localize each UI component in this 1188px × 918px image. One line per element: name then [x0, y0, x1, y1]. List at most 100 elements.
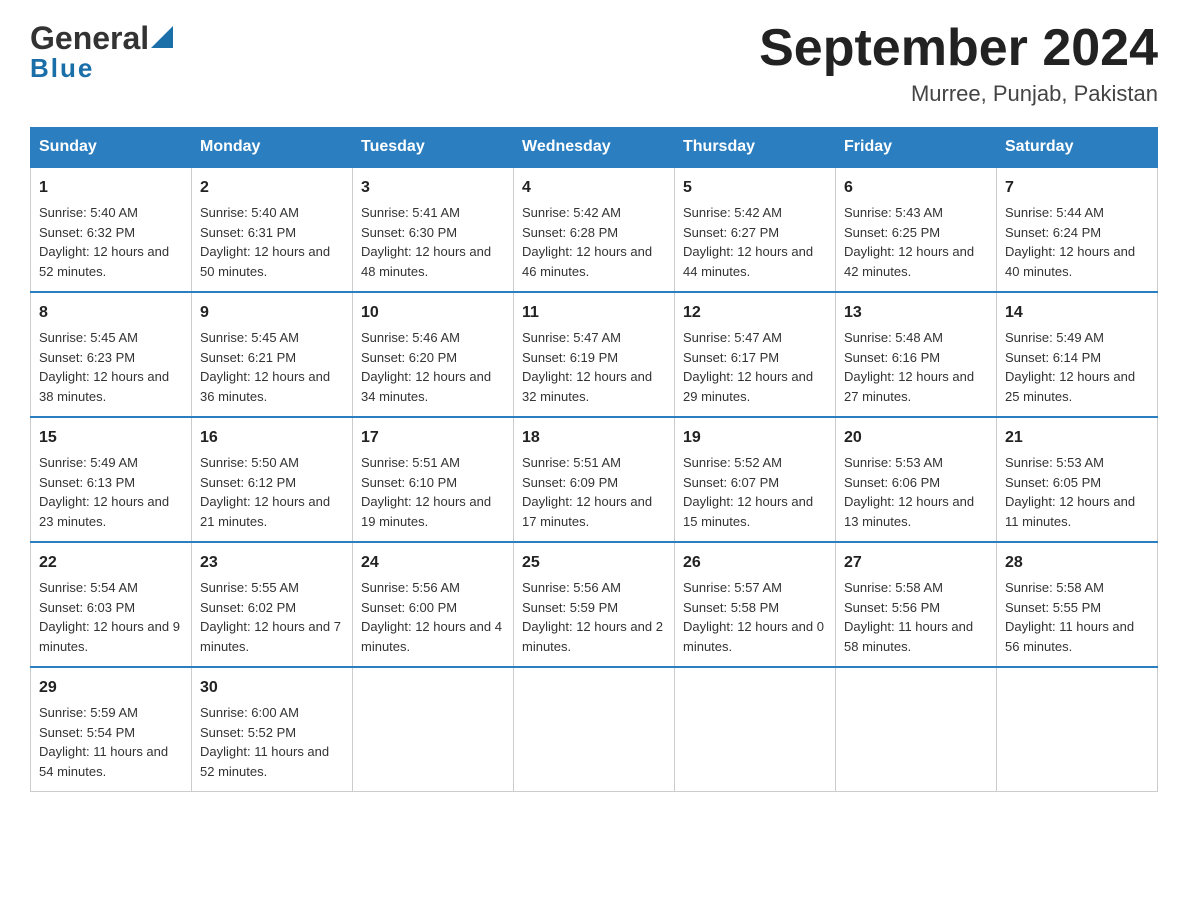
- day-info: Sunrise: 5:58 AMSunset: 5:55 PMDaylight:…: [1005, 578, 1149, 656]
- day-info: Sunrise: 5:40 AMSunset: 6:31 PMDaylight:…: [200, 203, 344, 281]
- day-number: 22: [39, 551, 183, 575]
- day-info: Sunrise: 5:50 AMSunset: 6:12 PMDaylight:…: [200, 453, 344, 531]
- day-info: Sunrise: 5:47 AMSunset: 6:17 PMDaylight:…: [683, 328, 827, 406]
- weekday-header-friday: Friday: [836, 128, 997, 168]
- day-info: Sunrise: 5:49 AMSunset: 6:14 PMDaylight:…: [1005, 328, 1149, 406]
- day-info: Sunrise: 5:57 AMSunset: 5:58 PMDaylight:…: [683, 578, 827, 656]
- day-info: Sunrise: 5:45 AMSunset: 6:23 PMDaylight:…: [39, 328, 183, 406]
- day-info: Sunrise: 5:47 AMSunset: 6:19 PMDaylight:…: [522, 328, 666, 406]
- weekday-header-sunday: Sunday: [31, 128, 192, 168]
- day-info: Sunrise: 5:40 AMSunset: 6:32 PMDaylight:…: [39, 203, 183, 281]
- day-number: 13: [844, 301, 988, 325]
- day-cell-14: 14 Sunrise: 5:49 AMSunset: 6:14 PMDaylig…: [997, 292, 1158, 417]
- day-number: 7: [1005, 176, 1149, 200]
- month-year-title: September 2024: [759, 20, 1158, 77]
- week-row-2: 8 Sunrise: 5:45 AMSunset: 6:23 PMDayligh…: [31, 292, 1158, 417]
- day-number: 6: [844, 176, 988, 200]
- logo-blue: Blue: [30, 53, 173, 84]
- day-info: Sunrise: 6:00 AMSunset: 5:52 PMDaylight:…: [200, 703, 344, 781]
- day-cell-6: 6 Sunrise: 5:43 AMSunset: 6:25 PMDayligh…: [836, 167, 997, 292]
- day-number: 9: [200, 301, 344, 325]
- day-cell-12: 12 Sunrise: 5:47 AMSunset: 6:17 PMDaylig…: [675, 292, 836, 417]
- day-info: Sunrise: 5:42 AMSunset: 6:27 PMDaylight:…: [683, 203, 827, 281]
- weekday-header-tuesday: Tuesday: [353, 128, 514, 168]
- day-cell-16: 16 Sunrise: 5:50 AMSunset: 6:12 PMDaylig…: [192, 417, 353, 542]
- day-info: Sunrise: 5:59 AMSunset: 5:54 PMDaylight:…: [39, 703, 183, 781]
- weekday-header-row: SundayMondayTuesdayWednesdayThursdayFrid…: [31, 128, 1158, 168]
- day-number: 8: [39, 301, 183, 325]
- day-info: Sunrise: 5:43 AMSunset: 6:25 PMDaylight:…: [844, 203, 988, 281]
- day-number: 29: [39, 676, 183, 700]
- empty-cell: [675, 667, 836, 792]
- day-number: 17: [361, 426, 505, 450]
- day-cell-5: 5 Sunrise: 5:42 AMSunset: 6:27 PMDayligh…: [675, 167, 836, 292]
- day-number: 14: [1005, 301, 1149, 325]
- day-info: Sunrise: 5:58 AMSunset: 5:56 PMDaylight:…: [844, 578, 988, 656]
- day-cell-29: 29 Sunrise: 5:59 AMSunset: 5:54 PMDaylig…: [31, 667, 192, 792]
- day-number: 21: [1005, 426, 1149, 450]
- location-subtitle: Murree, Punjab, Pakistan: [759, 81, 1158, 107]
- weekday-header-monday: Monday: [192, 128, 353, 168]
- week-row-1: 1 Sunrise: 5:40 AMSunset: 6:32 PMDayligh…: [31, 167, 1158, 292]
- day-info: Sunrise: 5:44 AMSunset: 6:24 PMDaylight:…: [1005, 203, 1149, 281]
- day-info: Sunrise: 5:51 AMSunset: 6:10 PMDaylight:…: [361, 453, 505, 531]
- weekday-header-thursday: Thursday: [675, 128, 836, 168]
- day-info: Sunrise: 5:46 AMSunset: 6:20 PMDaylight:…: [361, 328, 505, 406]
- day-number: 18: [522, 426, 666, 450]
- day-number: 11: [522, 301, 666, 325]
- day-number: 20: [844, 426, 988, 450]
- logo-general: General: [30, 20, 149, 57]
- day-cell-18: 18 Sunrise: 5:51 AMSunset: 6:09 PMDaylig…: [514, 417, 675, 542]
- day-number: 19: [683, 426, 827, 450]
- empty-cell: [836, 667, 997, 792]
- day-cell-17: 17 Sunrise: 5:51 AMSunset: 6:10 PMDaylig…: [353, 417, 514, 542]
- day-info: Sunrise: 5:49 AMSunset: 6:13 PMDaylight:…: [39, 453, 183, 531]
- day-info: Sunrise: 5:51 AMSunset: 6:09 PMDaylight:…: [522, 453, 666, 531]
- calendar-table: SundayMondayTuesdayWednesdayThursdayFrid…: [30, 127, 1158, 792]
- day-cell-10: 10 Sunrise: 5:46 AMSunset: 6:20 PMDaylig…: [353, 292, 514, 417]
- day-number: 3: [361, 176, 505, 200]
- day-cell-3: 3 Sunrise: 5:41 AMSunset: 6:30 PMDayligh…: [353, 167, 514, 292]
- weekday-header-wednesday: Wednesday: [514, 128, 675, 168]
- day-cell-4: 4 Sunrise: 5:42 AMSunset: 6:28 PMDayligh…: [514, 167, 675, 292]
- day-info: Sunrise: 5:55 AMSunset: 6:02 PMDaylight:…: [200, 578, 344, 656]
- day-cell-20: 20 Sunrise: 5:53 AMSunset: 6:06 PMDaylig…: [836, 417, 997, 542]
- day-cell-22: 22 Sunrise: 5:54 AMSunset: 6:03 PMDaylig…: [31, 542, 192, 667]
- week-row-5: 29 Sunrise: 5:59 AMSunset: 5:54 PMDaylig…: [31, 667, 1158, 792]
- day-cell-15: 15 Sunrise: 5:49 AMSunset: 6:13 PMDaylig…: [31, 417, 192, 542]
- empty-cell: [514, 667, 675, 792]
- page-header: General Blue September 2024 Murree, Punj…: [30, 20, 1158, 107]
- day-cell-1: 1 Sunrise: 5:40 AMSunset: 6:32 PMDayligh…: [31, 167, 192, 292]
- day-info: Sunrise: 5:48 AMSunset: 6:16 PMDaylight:…: [844, 328, 988, 406]
- day-info: Sunrise: 5:54 AMSunset: 6:03 PMDaylight:…: [39, 578, 183, 656]
- day-number: 26: [683, 551, 827, 575]
- day-cell-13: 13 Sunrise: 5:48 AMSunset: 6:16 PMDaylig…: [836, 292, 997, 417]
- day-cell-2: 2 Sunrise: 5:40 AMSunset: 6:31 PMDayligh…: [192, 167, 353, 292]
- day-cell-24: 24 Sunrise: 5:56 AMSunset: 6:00 PMDaylig…: [353, 542, 514, 667]
- weekday-header-saturday: Saturday: [997, 128, 1158, 168]
- day-number: 4: [522, 176, 666, 200]
- week-row-3: 15 Sunrise: 5:49 AMSunset: 6:13 PMDaylig…: [31, 417, 1158, 542]
- day-cell-30: 30 Sunrise: 6:00 AMSunset: 5:52 PMDaylig…: [192, 667, 353, 792]
- day-cell-26: 26 Sunrise: 5:57 AMSunset: 5:58 PMDaylig…: [675, 542, 836, 667]
- day-number: 10: [361, 301, 505, 325]
- day-info: Sunrise: 5:41 AMSunset: 6:30 PMDaylight:…: [361, 203, 505, 281]
- day-number: 12: [683, 301, 827, 325]
- day-number: 2: [200, 176, 344, 200]
- day-number: 30: [200, 676, 344, 700]
- day-number: 15: [39, 426, 183, 450]
- day-info: Sunrise: 5:52 AMSunset: 6:07 PMDaylight:…: [683, 453, 827, 531]
- empty-cell: [353, 667, 514, 792]
- day-number: 5: [683, 176, 827, 200]
- week-row-4: 22 Sunrise: 5:54 AMSunset: 6:03 PMDaylig…: [31, 542, 1158, 667]
- day-info: Sunrise: 5:56 AMSunset: 5:59 PMDaylight:…: [522, 578, 666, 656]
- day-number: 24: [361, 551, 505, 575]
- day-number: 1: [39, 176, 183, 200]
- day-cell-7: 7 Sunrise: 5:44 AMSunset: 6:24 PMDayligh…: [997, 167, 1158, 292]
- empty-cell: [997, 667, 1158, 792]
- title-area: September 2024 Murree, Punjab, Pakistan: [759, 20, 1158, 107]
- day-cell-28: 28 Sunrise: 5:58 AMSunset: 5:55 PMDaylig…: [997, 542, 1158, 667]
- day-cell-19: 19 Sunrise: 5:52 AMSunset: 6:07 PMDaylig…: [675, 417, 836, 542]
- day-info: Sunrise: 5:42 AMSunset: 6:28 PMDaylight:…: [522, 203, 666, 281]
- day-cell-8: 8 Sunrise: 5:45 AMSunset: 6:23 PMDayligh…: [31, 292, 192, 417]
